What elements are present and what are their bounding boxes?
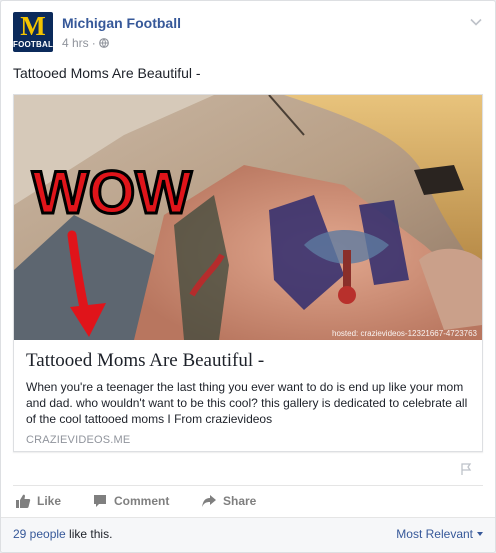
post-actions: Like Comment Share xyxy=(13,489,483,515)
share-button[interactable]: Share xyxy=(201,493,256,509)
logo-letter: M xyxy=(20,12,46,41)
chevron-down-icon[interactable] xyxy=(469,15,483,29)
thumbs-up-icon xyxy=(16,494,31,508)
overlay-word: WOW xyxy=(32,159,192,226)
flag-icon[interactable] xyxy=(459,462,473,476)
preview-image[interactable]: WOW hosted: crazievideos-12321667-472376… xyxy=(14,95,482,340)
sort-label: Most Relevant xyxy=(396,527,473,541)
comment-sort-dropdown[interactable]: Most Relevant xyxy=(396,527,483,541)
post-message: Tattooed Moms Are Beautiful - xyxy=(13,65,201,81)
feed-post: M FOOTBALL Michigan Football 4 hrs · Tat… xyxy=(0,0,496,553)
like-summary-suffix: like this. xyxy=(65,527,113,541)
comment-button[interactable]: Comment xyxy=(92,493,169,509)
link-preview-card[interactable]: WOW hosted: crazievideos-12321667-472376… xyxy=(13,94,483,452)
actions-divider xyxy=(13,485,483,486)
post-header: M FOOTBALL Michigan Football 4 hrs · xyxy=(13,12,483,54)
meta-separator: · xyxy=(91,36,96,50)
page-avatar[interactable]: M FOOTBALL xyxy=(13,12,53,52)
link-domain: CRAZIEVIDEOS.ME xyxy=(26,434,131,446)
globe-icon[interactable] xyxy=(98,38,109,48)
post-footer: 29 people like this. Most Relevant xyxy=(1,517,495,552)
logo-word: FOOTBALL xyxy=(13,40,53,49)
likers-link[interactable]: 29 people xyxy=(13,527,66,541)
link-description: When you're a teenager the last thing yo… xyxy=(26,380,468,426)
comment-label: Comment xyxy=(114,494,170,508)
share-label: Share xyxy=(223,494,257,508)
comment-icon xyxy=(94,495,106,507)
page-name-link[interactable]: Michigan Football xyxy=(62,15,181,31)
timestamp[interactable]: 4 hrs xyxy=(62,36,89,50)
preview-watermark: hosted: crazievideos-12321667-4723763 xyxy=(332,329,478,338)
post-meta: 4 hrs · xyxy=(62,36,109,50)
like-label: Like xyxy=(37,494,62,508)
share-arrow-icon xyxy=(202,495,216,507)
like-summary: 29 people like this. xyxy=(13,527,112,541)
link-title[interactable]: Tattooed Moms Are Beautiful - xyxy=(26,350,466,372)
caret-down-icon xyxy=(477,532,483,536)
like-button[interactable]: Like xyxy=(15,493,61,509)
